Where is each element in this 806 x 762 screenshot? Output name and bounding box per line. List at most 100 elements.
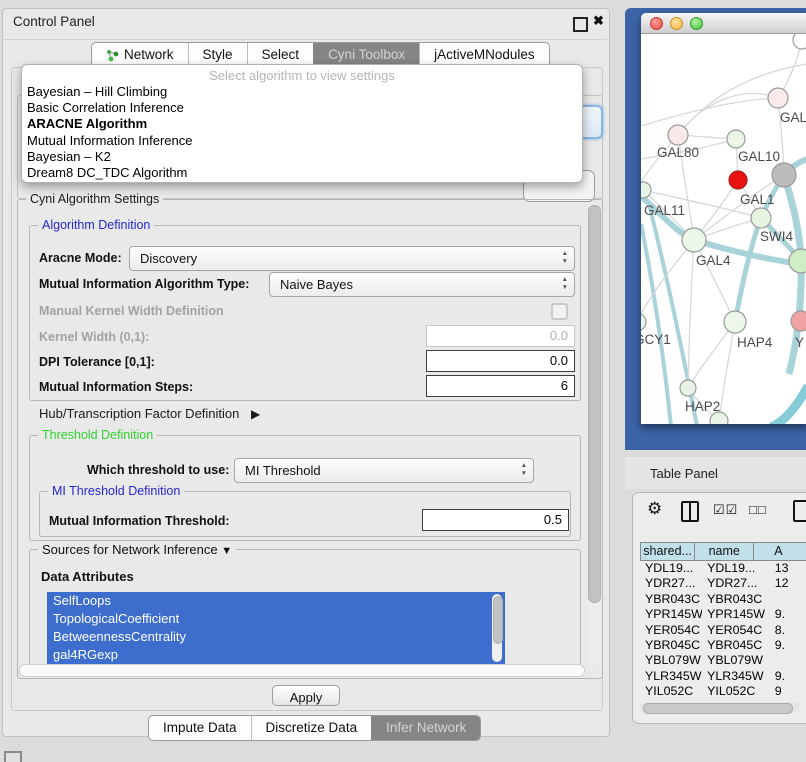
network-node-label: GCY1 (641, 332, 671, 347)
dpi-tolerance-field[interactable]: 0.0 (426, 350, 575, 372)
network-node[interactable] (680, 380, 696, 396)
table-cell[interactable]: YLR345W (640, 669, 702, 684)
table-cell[interactable]: 12 (770, 576, 806, 591)
table-row[interactable]: YBL079WYBL079W (640, 653, 806, 668)
table-row[interactable]: YLR345WYLR345W9. (640, 669, 806, 684)
export-table-icon[interactable] (793, 500, 806, 522)
table-cell[interactable]: 9. (770, 638, 806, 653)
close-window-icon[interactable] (650, 17, 663, 30)
table-cell[interactable]: YER054C (702, 623, 770, 638)
table-cell[interactable]: YIL052C (702, 684, 770, 695)
table-cell[interactable]: 13 (770, 561, 806, 576)
table-row[interactable]: YDR27...YDR27...12 (640, 576, 806, 591)
algorithm-dropdown-prompt: Select algorithm to view settings (22, 68, 582, 83)
tab-impute-data[interactable]: Impute Data (149, 716, 251, 740)
table-cell[interactable]: YBR043C (702, 592, 770, 607)
table-cell[interactable]: YDR27... (702, 576, 770, 591)
network-node[interactable] (768, 88, 788, 108)
combo-spinner-icon: ▲▼ (521, 462, 527, 478)
algorithm-option[interactable]: Basic Correlation Inference (27, 100, 577, 116)
column-header[interactable]: shared... (641, 543, 694, 560)
table-cell[interactable]: YBR043C (640, 592, 702, 607)
mi-steps-field[interactable]: 6 (426, 375, 575, 397)
data-attribute-item[interactable]: SelfLoops (47, 592, 505, 610)
column-header[interactable]: A (753, 543, 806, 560)
tab-discretize-data[interactable]: Discretize Data (251, 716, 372, 740)
network-frame-titlebar[interactable] (641, 13, 806, 34)
attribute-list-scrollbar-thumb[interactable] (493, 596, 503, 644)
table-horizontal-scrollbar-thumb[interactable] (643, 703, 793, 714)
network-node[interactable] (641, 313, 646, 331)
table-cell[interactable]: YBL079W (640, 653, 702, 668)
show-columns-icon[interactable] (681, 501, 699, 522)
network-node[interactable] (791, 311, 806, 331)
hub-tf-definition-expander[interactable]: Hub/Transcription Factor Definition ▶ (39, 406, 260, 421)
network-node[interactable] (727, 130, 745, 148)
data-attribute-item[interactable]: TopologicalCoefficient (47, 610, 505, 628)
table-row[interactable]: YPR145WYPR145W9. (640, 607, 806, 622)
float-panel-icon[interactable] (573, 17, 588, 32)
table-cell[interactable]: YBL079W (702, 653, 770, 668)
algorithm-option[interactable]: Bayesian – K2 (27, 149, 577, 165)
zoom-window-icon[interactable] (690, 17, 703, 30)
table-cell[interactable]: YLR345W (702, 669, 770, 684)
table-cell[interactable]: YBR045C (640, 638, 702, 653)
tab-infer-network[interactable]: Infer Network (371, 716, 480, 740)
manual-kernel-width-checkbox[interactable] (551, 303, 568, 320)
unselect-all-columns-icon[interactable]: □□ (749, 502, 767, 517)
network-node-label: GAL1 (740, 192, 775, 207)
table-cell[interactable]: YPR145W (702, 607, 770, 622)
network-node[interactable] (793, 34, 806, 49)
table-horizontal-scrollbar-track[interactable] (640, 702, 800, 713)
gear-icon[interactable]: ⚙ (647, 499, 662, 519)
kernel-width-field[interactable]: 0.0 (426, 325, 575, 347)
settings-scrollbar-thumb[interactable] (588, 205, 601, 603)
data-attributes-list[interactable]: SelfLoopsTopologicalCoefficientBetweenne… (47, 592, 505, 664)
table-cell[interactable] (770, 592, 806, 607)
table-row[interactable]: YDL19...YDL19...13 (640, 561, 806, 576)
table-row[interactable]: YBR043CYBR043C (640, 592, 806, 607)
table-cell[interactable]: YBR045C (702, 638, 770, 653)
table-cell[interactable]: YDL19... (640, 561, 702, 576)
network-node[interactable] (751, 208, 771, 228)
table-row[interactable]: YER054CYER054C8. (640, 623, 806, 638)
table-cell[interactable]: YPR145W (640, 607, 702, 622)
table-cell[interactable]: YDL19... (702, 561, 770, 576)
network-node[interactable] (641, 182, 651, 198)
minimize-window-icon[interactable] (670, 17, 683, 30)
table-row[interactable]: YBR045CYBR045C9. (640, 638, 806, 653)
select-all-columns-icon[interactable]: ☑☑ (713, 502, 738, 518)
mi-algorithm-type-combobox[interactable]: Naive Bayes ▲▼ (269, 272, 575, 297)
table-cell[interactable]: 8. (770, 623, 806, 638)
table-cell[interactable]: YIL052C (640, 684, 702, 695)
table-cell[interactable]: YER054C (640, 623, 702, 638)
settings-horizontal-scrollbar[interactable] (19, 664, 585, 677)
table-cell[interactable]: 9. (770, 607, 806, 622)
sources-group-title[interactable]: Sources for Network Inference ▼ (38, 542, 236, 557)
algorithm-option[interactable]: Mutual Information Inference (27, 133, 577, 149)
mi-threshold-field[interactable]: 0.5 (422, 509, 569, 531)
table-cell[interactable] (770, 653, 806, 668)
apply-button[interactable]: Apply (272, 685, 340, 706)
which-threshold-combobox[interactable]: MI Threshold ▲▼ (234, 458, 534, 483)
mi-algorithm-type-label: Mutual Information Algorithm Type: (39, 277, 249, 291)
close-panel-icon[interactable]: ✖ (593, 13, 604, 29)
network-node[interactable] (682, 228, 706, 252)
algorithm-option[interactable]: Dream8 DC_TDC Algorithm (27, 165, 577, 181)
column-header[interactable]: name (694, 543, 753, 560)
table-cell[interactable]: YDR27... (640, 576, 702, 591)
table-row[interactable]: YIL052CYIL052C9 (640, 684, 806, 695)
minimized-panel-icon[interactable] (4, 751, 22, 762)
network-node[interactable] (668, 125, 688, 145)
network-canvas[interactable]: GALGAL80GAL10GAL1GAL11GAL4SWI4GCY1HAP4YH… (641, 34, 806, 424)
algorithm-option[interactable]: ARACNE Algorithm (27, 116, 577, 132)
network-node[interactable] (772, 163, 796, 187)
network-node[interactable] (724, 311, 746, 333)
data-attribute-item[interactable]: BetweennessCentrality (47, 628, 505, 646)
aracne-mode-combobox[interactable]: Discovery ▲▼ (129, 246, 575, 271)
table-cell[interactable]: 9 (770, 684, 806, 695)
algorithm-option[interactable]: Bayesian – Hill Climbing (27, 84, 577, 100)
network-node[interactable] (729, 171, 747, 189)
data-attribute-item[interactable]: gal4RGexp (47, 646, 505, 664)
table-cell[interactable]: 9. (770, 669, 806, 684)
